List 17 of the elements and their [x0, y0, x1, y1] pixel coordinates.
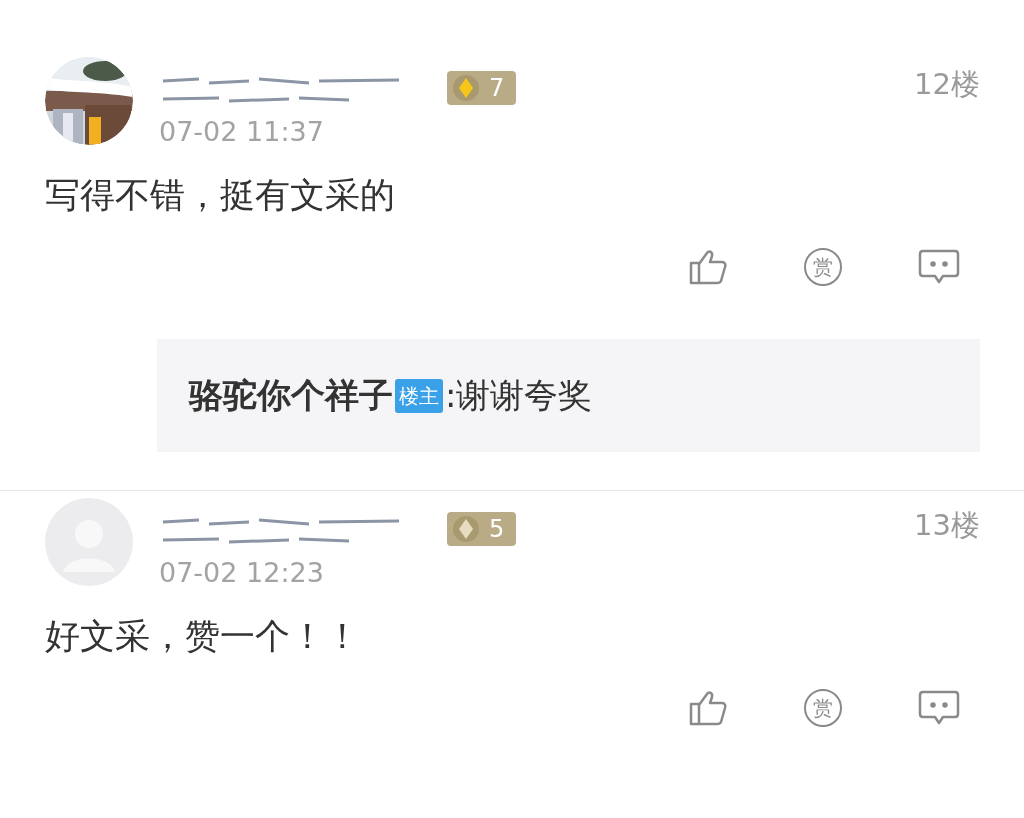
floor-number: 13楼: [914, 507, 980, 544]
reply-text: :谢谢夸奖: [445, 374, 593, 417]
level-number: 7: [489, 73, 506, 104]
level-number: 5: [489, 514, 506, 545]
reward-button[interactable]: 赏: [804, 248, 842, 286]
reply-author[interactable]: 骆驼你个祥子: [189, 370, 393, 421]
author-tag: 楼主: [395, 378, 443, 413]
post-time: 07-02 12:23: [159, 556, 325, 590]
floor-number: 12楼: [914, 66, 980, 103]
reward-button[interactable]: 赏: [804, 689, 842, 727]
thumbs-up-icon[interactable]: [688, 688, 728, 728]
post-time: 07-02 11:37: [159, 115, 325, 149]
comment-icon[interactable]: [918, 690, 960, 726]
comment-icon[interactable]: [918, 249, 960, 285]
comment-text: 写得不错，挺有文采的: [45, 174, 396, 217]
comment-text: 好文采，赞一个！！: [45, 615, 361, 658]
thumbs-up-icon[interactable]: [688, 247, 728, 287]
